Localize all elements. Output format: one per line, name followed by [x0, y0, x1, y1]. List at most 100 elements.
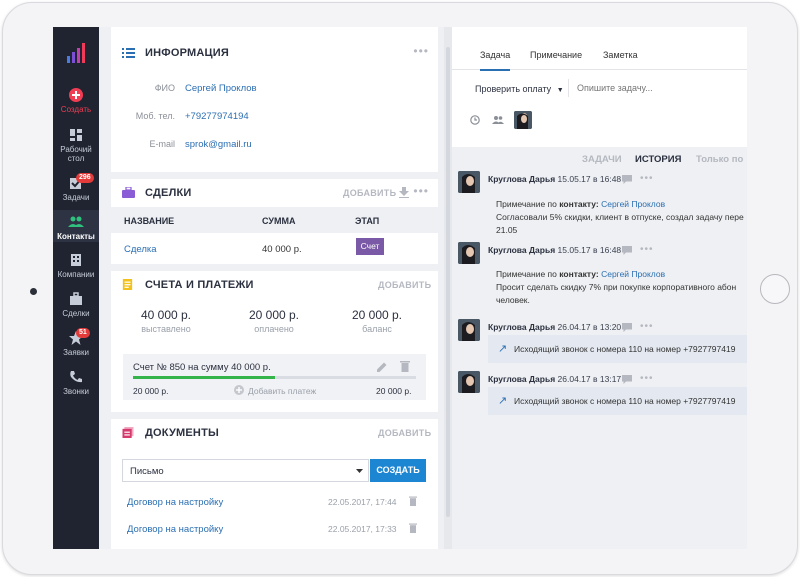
app-logo[interactable] [67, 41, 87, 63]
payments-add-button[interactable]: ДОБАВИТЬ [378, 280, 431, 290]
history-more-icon[interactable]: ••• [640, 244, 654, 255]
trash-icon[interactable] [400, 360, 410, 372]
plus-circle-icon [69, 88, 83, 102]
trash-icon[interactable] [409, 523, 417, 533]
call-description: Исходящий звонок с номера 110 на номер +… [514, 344, 736, 354]
phone-value[interactable]: +79277974194 [185, 111, 249, 122]
note-ref-label: контакту: [559, 269, 599, 279]
info-more-icon[interactable]: ••• [413, 45, 429, 57]
deals-more-icon[interactable]: ••• [413, 185, 429, 197]
comment-icon[interactable] [622, 175, 632, 184]
call-record[interactable]: ↗ Исходящий звонок с номера 110 на номер… [488, 387, 747, 415]
task-type-dropdown[interactable]: Проверить оплату ▼ [475, 84, 564, 94]
tab-only-by[interactable]: Только по [696, 154, 743, 165]
history-more-icon[interactable]: ••• [640, 173, 654, 184]
people-icon[interactable] [492, 116, 504, 124]
email-value[interactable]: sprok@gmail.ru [185, 139, 252, 150]
edit-icon[interactable] [377, 361, 388, 372]
documents-title: ДОКУМЕНТЫ [145, 427, 219, 439]
history-item: Круглова Дарья 26.04.17 в 13:20 ••• ↗ Ис… [458, 319, 747, 369]
sidebar-item-dashboard[interactable]: Рабочий стол [53, 127, 99, 163]
author-avatar [458, 171, 480, 193]
camera [30, 288, 37, 295]
invoiced-amount: 40 000 р. [140, 308, 192, 322]
history-item: Круглова Дарья 15.05.17 в 16:48 ••• Прим… [458, 171, 747, 235]
deal-name-link[interactable]: Сделка [124, 244, 157, 255]
balance-caption: баланс [362, 324, 392, 334]
document-template-select[interactable]: Письмо [122, 459, 369, 482]
sidebar-item-create[interactable]: Создать [53, 87, 99, 115]
payment-progress-fill [133, 376, 275, 379]
download-icon[interactable] [399, 187, 409, 198]
author-name[interactable]: Круглова Дарья [488, 374, 555, 384]
task-description-input[interactable] [577, 80, 737, 96]
tab-memo[interactable]: Заметка [603, 50, 638, 60]
documents-add-button[interactable]: ДОБАВИТЬ [378, 428, 431, 438]
sidebar-item-deals[interactable]: Сделки [53, 291, 99, 319]
author-name[interactable]: Круглова Дарья [488, 322, 555, 332]
list-icon [122, 48, 135, 58]
sidebar-item-tasks[interactable]: 296 Задачи [53, 173, 99, 203]
left-panel-scrollbar[interactable] [446, 47, 450, 517]
deal-stage-badge[interactable]: Счет [356, 238, 384, 255]
create-document-button[interactable]: СОЗДАТЬ [370, 459, 426, 482]
invoice-paid-amount: 20 000 р. [133, 386, 169, 396]
sidebar-item-label: Заявки [63, 348, 89, 357]
note-line: Согласовали 5% скидки, клиент в отпуске,… [496, 212, 744, 222]
history-item: Круглова Дарья 26.04.17 в 13:17 ••• ↗ Ис… [458, 371, 747, 421]
briefcase-icon [122, 187, 135, 198]
phone-label: Моб. тел. [135, 111, 175, 121]
invoice-box[interactable]: Счет № 850 на сумму 40 000 р. 20 000 р. … [123, 354, 426, 400]
author-avatar [458, 371, 480, 393]
clock-icon[interactable] [470, 115, 480, 125]
author-name[interactable]: Круглова Дарья [488, 245, 555, 255]
sidebar-item-calls[interactable]: Звонки [53, 369, 99, 397]
sidebar-item-requests[interactable]: 51 Заявки [53, 328, 99, 358]
sidebar-item-label: Создать [60, 105, 92, 114]
sidebar-item-contacts[interactable]: Контакты [53, 210, 99, 242]
call-record[interactable]: ↗ Исходящий звонок с номера 110 на номер… [488, 335, 747, 363]
info-card: ИНФОРМАЦИЯ ••• ФИО Сергей Проклов Моб. т… [111, 27, 438, 172]
comment-icon[interactable] [622, 375, 632, 384]
outgoing-call-icon: ↗ [498, 343, 508, 355]
history-more-icon[interactable]: ••• [640, 373, 654, 384]
note-ref-label: контакту: [559, 199, 599, 209]
assignee-avatar[interactable] [514, 111, 532, 129]
comment-icon[interactable] [622, 246, 632, 255]
history-more-icon[interactable]: ••• [640, 321, 654, 332]
history-date: 26.04.17 в 13:20 [557, 322, 622, 332]
contact-link[interactable]: Сергей Проклов [601, 269, 665, 279]
sidebar-item-label: Рабочий [60, 145, 92, 154]
tab-history[interactable]: ИСТОРИЯ [635, 154, 681, 165]
contact-link[interactable]: Сергей Проклов [601, 199, 665, 209]
document-link[interactable]: Договор на настройку [127, 524, 223, 535]
documents-icon [122, 427, 134, 438]
sidebar-item-label: Звонки [63, 387, 89, 396]
add-payment-link[interactable]: Добавить платеж [248, 386, 316, 396]
comment-icon[interactable] [622, 323, 632, 332]
balance-amount: 20 000 р. [351, 308, 403, 322]
add-payment-icon[interactable] [234, 385, 244, 395]
dashboard-icon [70, 129, 82, 141]
documents-card: ДОКУМЕНТЫ ДОБАВИТЬ Письмо СОЗДАТЬ Догово… [111, 419, 438, 549]
author-avatar [458, 242, 480, 264]
payments-title: СЧЕТА И ПЛАТЕЖИ [145, 279, 254, 291]
sidebar-item-companies[interactable]: Компании [53, 252, 99, 280]
outgoing-call-icon: ↗ [498, 395, 508, 407]
fio-value[interactable]: Сергей Проклов [185, 83, 257, 94]
document-link[interactable]: Договор на настройку [127, 497, 223, 508]
history-author: Круглова Дарья 15.05.17 в 16:48 [488, 174, 621, 184]
history-date: 15.05.17 в 16:48 [557, 174, 622, 184]
home-button[interactable] [760, 274, 790, 304]
invoice-title: Счет № 850 на сумму 40 000 р. [133, 362, 271, 373]
sidebar: Создать Рабочий стол 296 Задачи Контакты… [53, 27, 99, 549]
trash-icon[interactable] [409, 496, 417, 506]
author-name[interactable]: Круглова Дарья [488, 174, 555, 184]
note-line: 21.05 [496, 225, 518, 235]
tab-task[interactable]: Задача [480, 50, 511, 71]
tab-note[interactable]: Примечание [530, 50, 582, 60]
tab-tasks-history[interactable]: ЗАДАЧИ [582, 154, 622, 165]
deals-add-button[interactable]: ДОБАВИТЬ [343, 188, 396, 198]
document-template-value: Письмо [130, 466, 164, 477]
payment-progress-track [133, 376, 416, 379]
